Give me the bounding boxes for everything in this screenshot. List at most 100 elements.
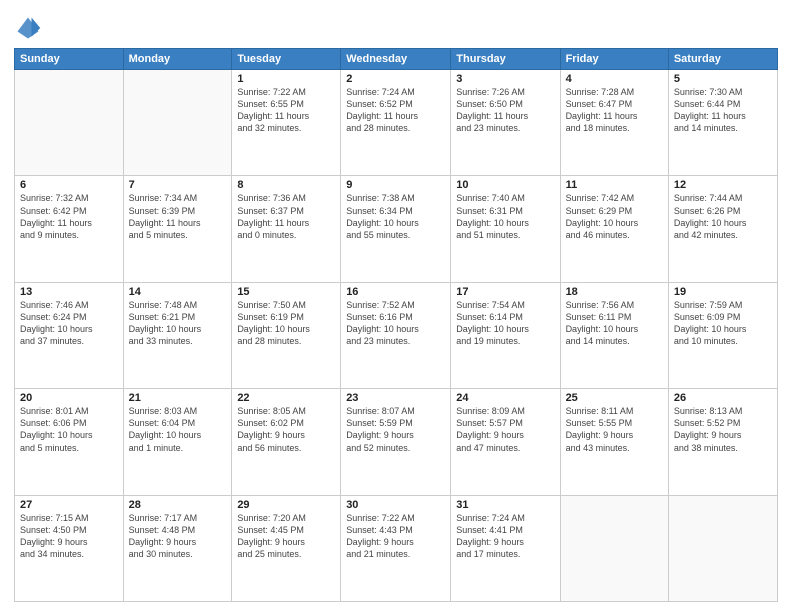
week-row: 6Sunrise: 7:32 AM Sunset: 6:42 PM Daylig… — [15, 176, 778, 282]
logo-icon — [14, 14, 42, 42]
day-number: 3 — [456, 73, 554, 85]
column-header-wednesday: Wednesday — [341, 49, 451, 70]
day-cell: 7Sunrise: 7:34 AM Sunset: 6:39 PM Daylig… — [123, 176, 232, 282]
day-info: Sunrise: 7:40 AM Sunset: 6:31 PM Dayligh… — [456, 192, 554, 241]
calendar: SundayMondayTuesdayWednesdayThursdayFrid… — [14, 48, 778, 602]
day-info: Sunrise: 8:09 AM Sunset: 5:57 PM Dayligh… — [456, 405, 554, 454]
day-cell: 13Sunrise: 7:46 AM Sunset: 6:24 PM Dayli… — [15, 282, 124, 388]
day-cell: 18Sunrise: 7:56 AM Sunset: 6:11 PM Dayli… — [560, 282, 668, 388]
day-info: Sunrise: 8:05 AM Sunset: 6:02 PM Dayligh… — [237, 405, 335, 454]
day-cell: 1Sunrise: 7:22 AM Sunset: 6:55 PM Daylig… — [232, 70, 341, 176]
day-cell: 23Sunrise: 8:07 AM Sunset: 5:59 PM Dayli… — [341, 389, 451, 495]
day-number: 18 — [566, 286, 663, 298]
day-info: Sunrise: 8:03 AM Sunset: 6:04 PM Dayligh… — [129, 405, 227, 454]
day-number: 10 — [456, 179, 554, 191]
day-number: 25 — [566, 392, 663, 404]
day-cell: 15Sunrise: 7:50 AM Sunset: 6:19 PM Dayli… — [232, 282, 341, 388]
day-info: Sunrise: 7:24 AM Sunset: 6:52 PM Dayligh… — [346, 86, 445, 135]
day-info: Sunrise: 8:13 AM Sunset: 5:52 PM Dayligh… — [674, 405, 772, 454]
day-number: 8 — [237, 179, 335, 191]
day-number: 13 — [20, 286, 118, 298]
day-number: 23 — [346, 392, 445, 404]
day-number: 5 — [674, 73, 772, 85]
day-cell: 19Sunrise: 7:59 AM Sunset: 6:09 PM Dayli… — [668, 282, 777, 388]
day-number: 17 — [456, 286, 554, 298]
week-row: 27Sunrise: 7:15 AM Sunset: 4:50 PM Dayli… — [15, 495, 778, 601]
day-number: 2 — [346, 73, 445, 85]
day-number: 11 — [566, 179, 663, 191]
day-cell: 12Sunrise: 7:44 AM Sunset: 6:26 PM Dayli… — [668, 176, 777, 282]
day-number: 12 — [674, 179, 772, 191]
day-number: 22 — [237, 392, 335, 404]
week-row: 20Sunrise: 8:01 AM Sunset: 6:06 PM Dayli… — [15, 389, 778, 495]
day-cell — [560, 495, 668, 601]
day-cell — [15, 70, 124, 176]
day-cell: 27Sunrise: 7:15 AM Sunset: 4:50 PM Dayli… — [15, 495, 124, 601]
day-info: Sunrise: 8:07 AM Sunset: 5:59 PM Dayligh… — [346, 405, 445, 454]
day-number: 28 — [129, 499, 227, 511]
column-header-saturday: Saturday — [668, 49, 777, 70]
day-cell: 2Sunrise: 7:24 AM Sunset: 6:52 PM Daylig… — [341, 70, 451, 176]
day-info: Sunrise: 7:30 AM Sunset: 6:44 PM Dayligh… — [674, 86, 772, 135]
day-info: Sunrise: 7:22 AM Sunset: 6:55 PM Dayligh… — [237, 86, 335, 135]
day-number: 24 — [456, 392, 554, 404]
column-header-sunday: Sunday — [15, 49, 124, 70]
day-number: 31 — [456, 499, 554, 511]
day-cell: 22Sunrise: 8:05 AM Sunset: 6:02 PM Dayli… — [232, 389, 341, 495]
day-cell: 6Sunrise: 7:32 AM Sunset: 6:42 PM Daylig… — [15, 176, 124, 282]
day-info: Sunrise: 7:24 AM Sunset: 4:41 PM Dayligh… — [456, 512, 554, 561]
day-info: Sunrise: 7:15 AM Sunset: 4:50 PM Dayligh… — [20, 512, 118, 561]
day-info: Sunrise: 7:22 AM Sunset: 4:43 PM Dayligh… — [346, 512, 445, 561]
week-row: 13Sunrise: 7:46 AM Sunset: 6:24 PM Dayli… — [15, 282, 778, 388]
day-info: Sunrise: 7:32 AM Sunset: 6:42 PM Dayligh… — [20, 192, 118, 241]
day-info: Sunrise: 7:26 AM Sunset: 6:50 PM Dayligh… — [456, 86, 554, 135]
day-cell: 14Sunrise: 7:48 AM Sunset: 6:21 PM Dayli… — [123, 282, 232, 388]
week-row: 1Sunrise: 7:22 AM Sunset: 6:55 PM Daylig… — [15, 70, 778, 176]
day-cell: 16Sunrise: 7:52 AM Sunset: 6:16 PM Dayli… — [341, 282, 451, 388]
day-number: 14 — [129, 286, 227, 298]
day-number: 15 — [237, 286, 335, 298]
day-cell: 20Sunrise: 8:01 AM Sunset: 6:06 PM Dayli… — [15, 389, 124, 495]
day-number: 30 — [346, 499, 445, 511]
day-number: 7 — [129, 179, 227, 191]
day-cell: 8Sunrise: 7:36 AM Sunset: 6:37 PM Daylig… — [232, 176, 341, 282]
day-number: 26 — [674, 392, 772, 404]
day-cell: 26Sunrise: 8:13 AM Sunset: 5:52 PM Dayli… — [668, 389, 777, 495]
day-number: 9 — [346, 179, 445, 191]
day-info: Sunrise: 7:20 AM Sunset: 4:45 PM Dayligh… — [237, 512, 335, 561]
day-info: Sunrise: 7:17 AM Sunset: 4:48 PM Dayligh… — [129, 512, 227, 561]
day-cell — [668, 495, 777, 601]
day-cell — [123, 70, 232, 176]
day-number: 27 — [20, 499, 118, 511]
page: SundayMondayTuesdayWednesdayThursdayFrid… — [0, 0, 792, 612]
day-cell: 9Sunrise: 7:38 AM Sunset: 6:34 PM Daylig… — [341, 176, 451, 282]
day-info: Sunrise: 8:11 AM Sunset: 5:55 PM Dayligh… — [566, 405, 663, 454]
day-number: 19 — [674, 286, 772, 298]
day-number: 4 — [566, 73, 663, 85]
day-cell: 11Sunrise: 7:42 AM Sunset: 6:29 PM Dayli… — [560, 176, 668, 282]
header-row: SundayMondayTuesdayWednesdayThursdayFrid… — [15, 49, 778, 70]
day-cell: 3Sunrise: 7:26 AM Sunset: 6:50 PM Daylig… — [451, 70, 560, 176]
day-number: 20 — [20, 392, 118, 404]
day-info: Sunrise: 7:46 AM Sunset: 6:24 PM Dayligh… — [20, 299, 118, 348]
day-info: Sunrise: 7:34 AM Sunset: 6:39 PM Dayligh… — [129, 192, 227, 241]
day-number: 29 — [237, 499, 335, 511]
day-info: Sunrise: 8:01 AM Sunset: 6:06 PM Dayligh… — [20, 405, 118, 454]
column-header-monday: Monday — [123, 49, 232, 70]
header — [14, 10, 778, 42]
day-cell: 10Sunrise: 7:40 AM Sunset: 6:31 PM Dayli… — [451, 176, 560, 282]
day-info: Sunrise: 7:59 AM Sunset: 6:09 PM Dayligh… — [674, 299, 772, 348]
day-number: 21 — [129, 392, 227, 404]
column-header-tuesday: Tuesday — [232, 49, 341, 70]
day-cell: 5Sunrise: 7:30 AM Sunset: 6:44 PM Daylig… — [668, 70, 777, 176]
day-info: Sunrise: 7:44 AM Sunset: 6:26 PM Dayligh… — [674, 192, 772, 241]
column-header-friday: Friday — [560, 49, 668, 70]
day-cell: 25Sunrise: 8:11 AM Sunset: 5:55 PM Dayli… — [560, 389, 668, 495]
day-info: Sunrise: 7:42 AM Sunset: 6:29 PM Dayligh… — [566, 192, 663, 241]
day-info: Sunrise: 7:38 AM Sunset: 6:34 PM Dayligh… — [346, 192, 445, 241]
day-info: Sunrise: 7:54 AM Sunset: 6:14 PM Dayligh… — [456, 299, 554, 348]
day-number: 6 — [20, 179, 118, 191]
day-info: Sunrise: 7:50 AM Sunset: 6:19 PM Dayligh… — [237, 299, 335, 348]
day-cell: 17Sunrise: 7:54 AM Sunset: 6:14 PM Dayli… — [451, 282, 560, 388]
day-info: Sunrise: 7:28 AM Sunset: 6:47 PM Dayligh… — [566, 86, 663, 135]
